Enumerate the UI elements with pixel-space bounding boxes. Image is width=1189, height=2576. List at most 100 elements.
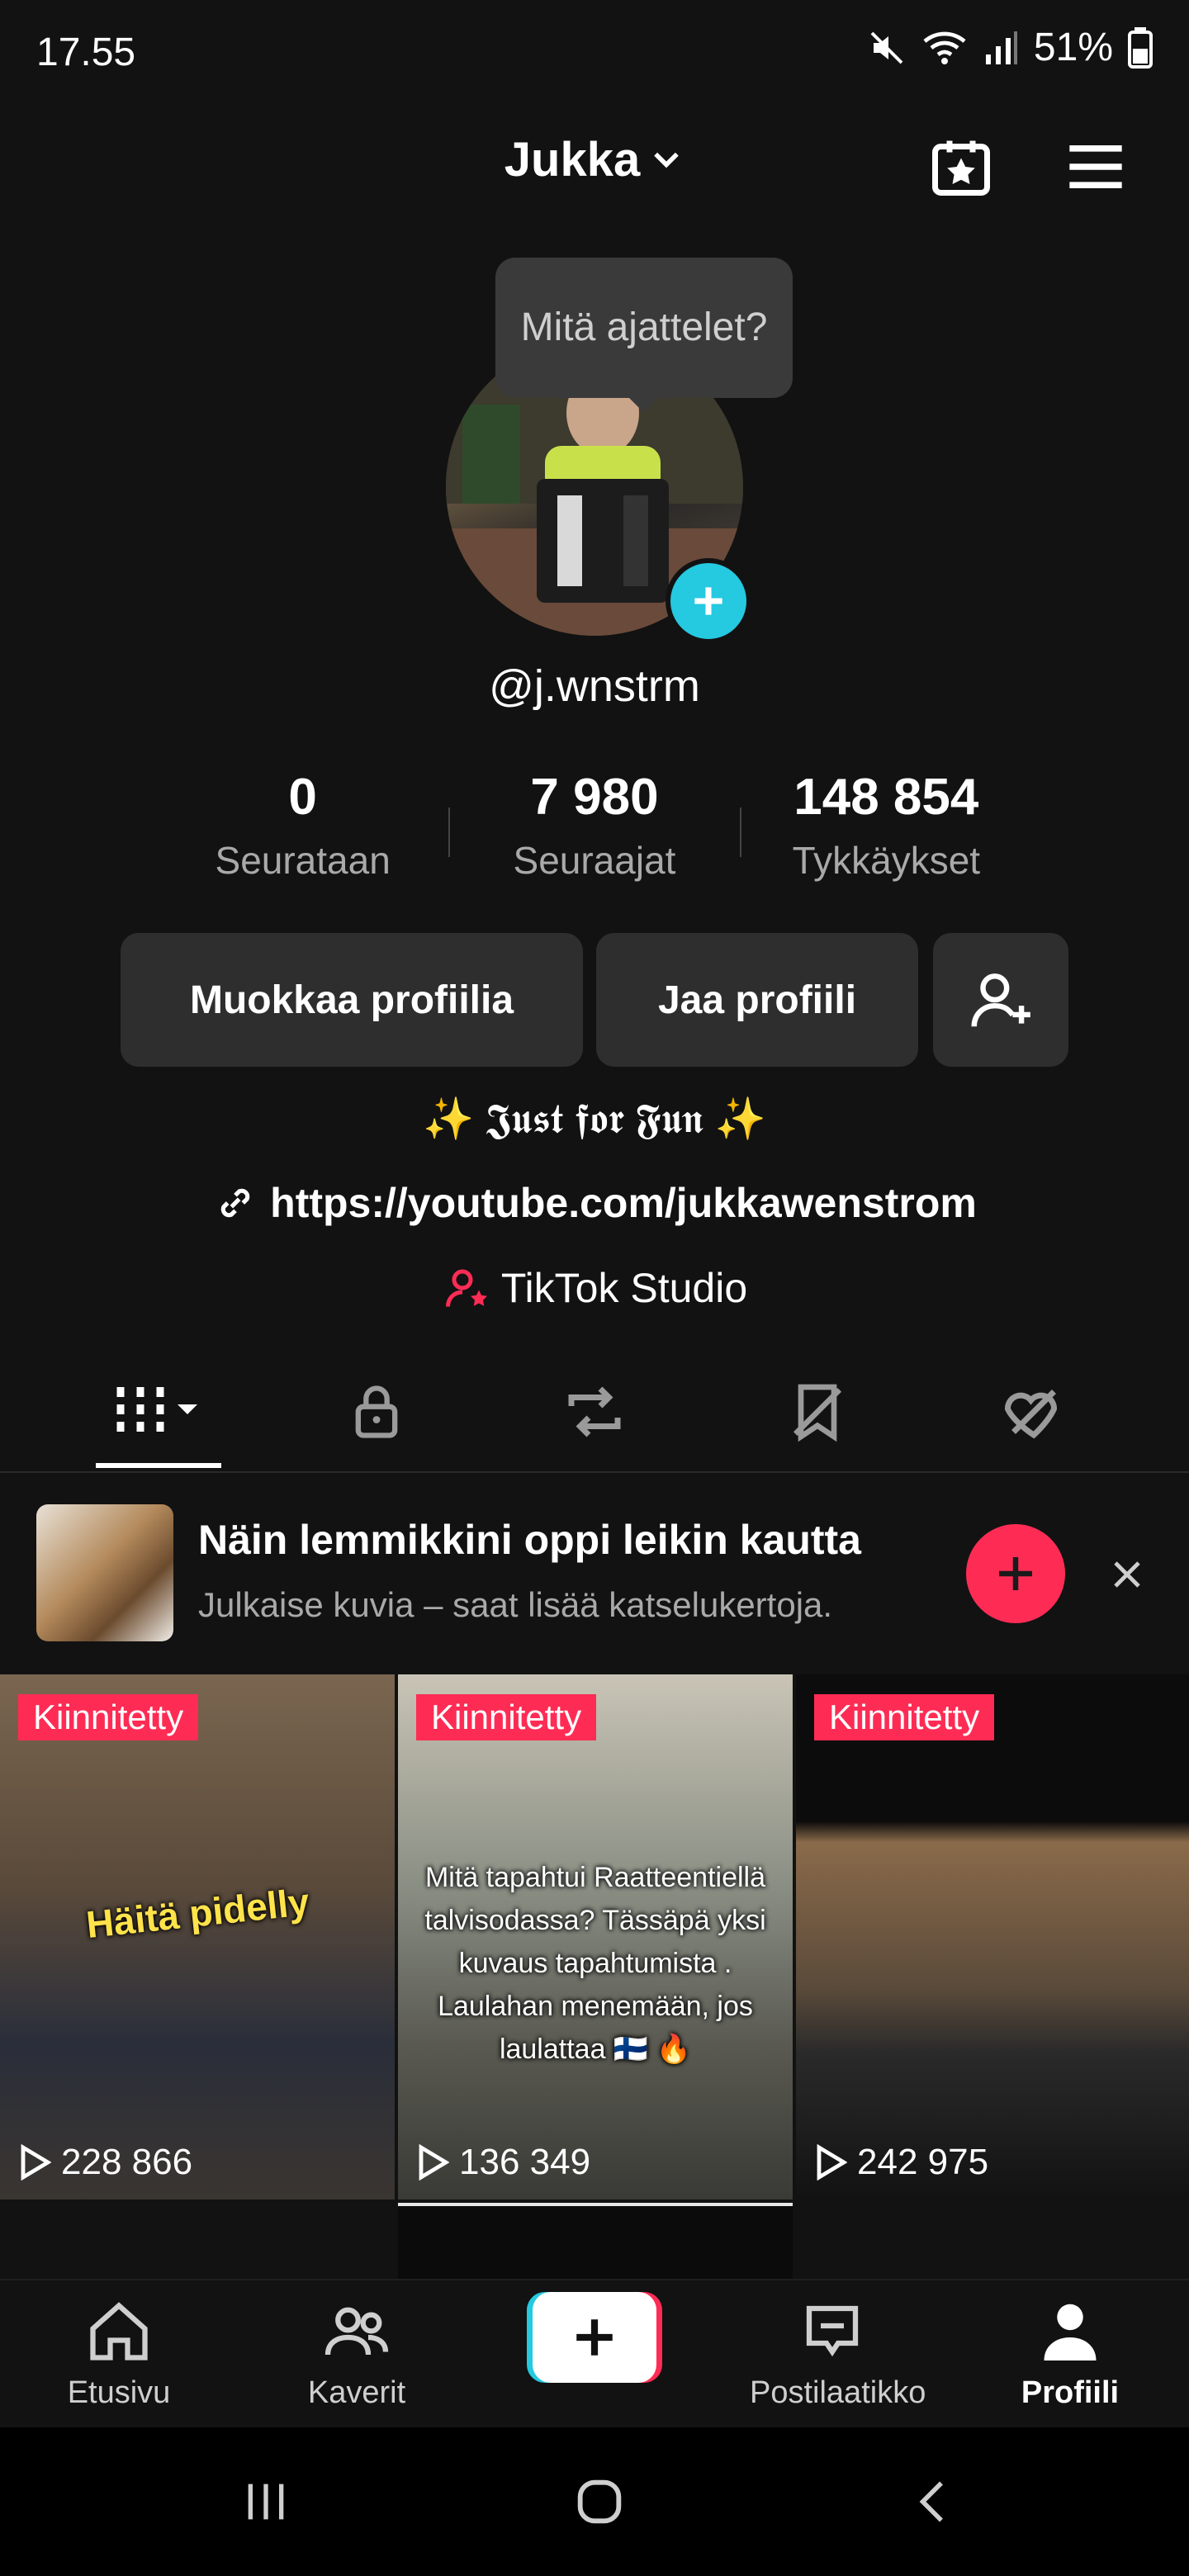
friends-icon — [324, 2307, 389, 2356]
stat-value: 0 — [288, 769, 317, 826]
view-count-text: 242 975 — [857, 2142, 989, 2182]
create-icon — [576, 2319, 613, 2356]
bottom-navigation: Etusivu Kaverit Postilaatikko Profiili — [0, 2279, 1189, 2429]
promo-close-button[interactable] — [1098, 1546, 1156, 1603]
nav-label: Kaverit — [307, 2375, 406, 2410]
profile-icon — [1044, 2304, 1097, 2361]
recent-apps-button[interactable] — [225, 2469, 307, 2535]
tab-reposts[interactable] — [537, 1379, 652, 1445]
play-icon — [419, 2144, 449, 2181]
creator-calendar-button[interactable] — [921, 130, 1001, 203]
back-button[interactable] — [892, 2469, 974, 2535]
nav-friends[interactable]: Kaverit — [274, 2297, 439, 2411]
bookmark-hidden-icon — [793, 1384, 842, 1442]
heart-hidden-icon — [1005, 1390, 1057, 1439]
nav-inbox[interactable]: Postilaatikko — [750, 2297, 926, 2411]
view-count: 228 866 — [18, 2142, 192, 2183]
play-icon — [21, 2144, 51, 2181]
status-icons: 51% — [867, 25, 1153, 70]
nav-label: Etusivu — [67, 2375, 171, 2410]
home-button[interactable] — [558, 2469, 641, 2535]
tab-private[interactable] — [319, 1379, 434, 1445]
note-tooltip-text: Mitä ajattelet? — [520, 305, 768, 349]
note-tooltip[interactable]: Mitä ajattelet? — [495, 258, 793, 413]
view-count: 242 975 — [814, 2142, 988, 2183]
system-navigation-bar — [0, 2427, 1189, 2576]
back-icon — [919, 2481, 943, 2522]
home-icon — [90, 2302, 148, 2361]
mute-icon — [870, 31, 903, 64]
stat-divider — [448, 807, 450, 857]
video-thumbnail[interactable]: Kiinnitetty Häitä pidelly 228 866 — [0, 1674, 395, 2200]
stat-value: 148 854 — [793, 769, 979, 826]
add-friends-button[interactable] — [933, 933, 1068, 1067]
profile-link-text: https://youtube.com/jukkawenstrom — [270, 1180, 977, 1226]
promo-thumbnail — [36, 1504, 173, 1641]
active-tab-indicator — [96, 1463, 221, 1468]
profile-handle: @j.wnstrm — [489, 661, 700, 711]
view-count-text: 228 866 — [61, 2142, 193, 2182]
video-caption: Mitä tapahtui Raatteentiellä talvisodass… — [424, 1862, 766, 2065]
recent-apps-icon — [248, 2484, 284, 2520]
tab-favorites[interactable] — [760, 1379, 875, 1445]
add-story-button[interactable] — [666, 558, 751, 644]
promo-create-button[interactable] — [966, 1524, 1065, 1623]
add-user-icon — [971, 973, 1030, 1027]
profile-tabs — [0, 1354, 1189, 1470]
view-count-text: 136 349 — [459, 2142, 591, 2182]
stat-divider — [740, 807, 741, 857]
battery-icon — [1128, 26, 1153, 69]
calendar-star-icon — [932, 140, 990, 196]
profile-link[interactable]: https://youtube.com/jukkawenstrom — [0, 1179, 1189, 1227]
stat-label: Tykkäykset — [792, 839, 981, 882]
view-count: 136 349 — [416, 2142, 590, 2183]
tab-liked[interactable] — [976, 1379, 1092, 1445]
nav-profile[interactable]: Profiili — [988, 2297, 1153, 2411]
video-thumbnail[interactable]: Kiinnitetty Mitä tapahtui Raatteentiellä… — [398, 1674, 793, 2200]
stat-following[interactable]: 0 Seurataan — [157, 768, 448, 900]
link-icon — [220, 1188, 250, 1218]
repost-icon — [568, 1386, 621, 1437]
tiktok-studio-link[interactable]: TikTok Studio — [0, 1263, 1189, 1313]
nav-label: Postilaatikko — [750, 2375, 926, 2410]
pinned-badge: Kiinnitetty — [416, 1694, 597, 1740]
stat-value: 7 980 — [530, 769, 659, 826]
menu-icon — [1069, 145, 1122, 188]
create-button-face — [533, 2292, 656, 2383]
play-icon — [817, 2144, 847, 2181]
creator-icon — [445, 1269, 487, 1307]
video-thumbnail-partial[interactable] — [398, 2203, 793, 2280]
video-grid: Kiinnitetty Häitä pidelly 228 866 Kiinni… — [0, 1674, 1189, 2280]
promo-subtitle: Julkaise kuvia – saat lisää katselukerto… — [198, 1585, 833, 1624]
lock-icon — [355, 1385, 398, 1438]
nav-create-button[interactable] — [527, 2292, 662, 2383]
stat-followers[interactable]: 7 980 Seuraajat — [448, 768, 740, 900]
signal-icon — [985, 31, 1017, 64]
stat-likes[interactable]: 148 854 Tykkäykset — [741, 768, 1032, 900]
promo-title: Näin lemmikkini oppi leikin kautta — [198, 1517, 861, 1563]
tiktok-studio-label: TikTok Studio — [500, 1265, 748, 1311]
profile-bio: ✨ 𝕵𝖚𝖘𝖙 𝖋𝖔𝖗 𝕱𝖚𝖓 ✨ — [423, 1096, 766, 1142]
inbox-icon — [806, 2305, 859, 2357]
stat-label: Seuraajat — [513, 839, 676, 882]
video-caption: Häitä pidelly — [84, 1879, 311, 1947]
close-icon — [1114, 1561, 1140, 1588]
account-name: Jukka — [504, 133, 641, 187]
menu-button[interactable] — [1059, 130, 1133, 203]
chevron-down-icon — [654, 152, 680, 168]
account-switcher[interactable]: Jukka — [0, 132, 1189, 187]
tab-videos[interactable] — [102, 1379, 218, 1445]
edit-profile-button[interactable]: Muokkaa profiilia — [121, 933, 583, 1067]
status-bar: 17.55 51% — [0, 0, 1189, 107]
tabs-divider — [0, 1471, 1189, 1473]
battery-percent: 51% — [1033, 26, 1113, 69]
status-time: 17.55 — [36, 31, 136, 74]
grid-videos-icon — [116, 1387, 197, 1437]
wifi-icon — [923, 31, 966, 64]
video-thumbnail[interactable]: Kiinnitetty 242 975 — [796, 1674, 1189, 2200]
share-profile-button[interactable]: Jaa profiili — [596, 933, 918, 1067]
nav-home[interactable]: Etusivu — [36, 2297, 201, 2411]
plus-icon — [999, 1557, 1032, 1590]
home-circle-icon — [577, 2479, 622, 2524]
profile-stats: 0 Seurataan 7 980 Seuraajat 148 854 Tykk… — [157, 768, 1032, 900]
